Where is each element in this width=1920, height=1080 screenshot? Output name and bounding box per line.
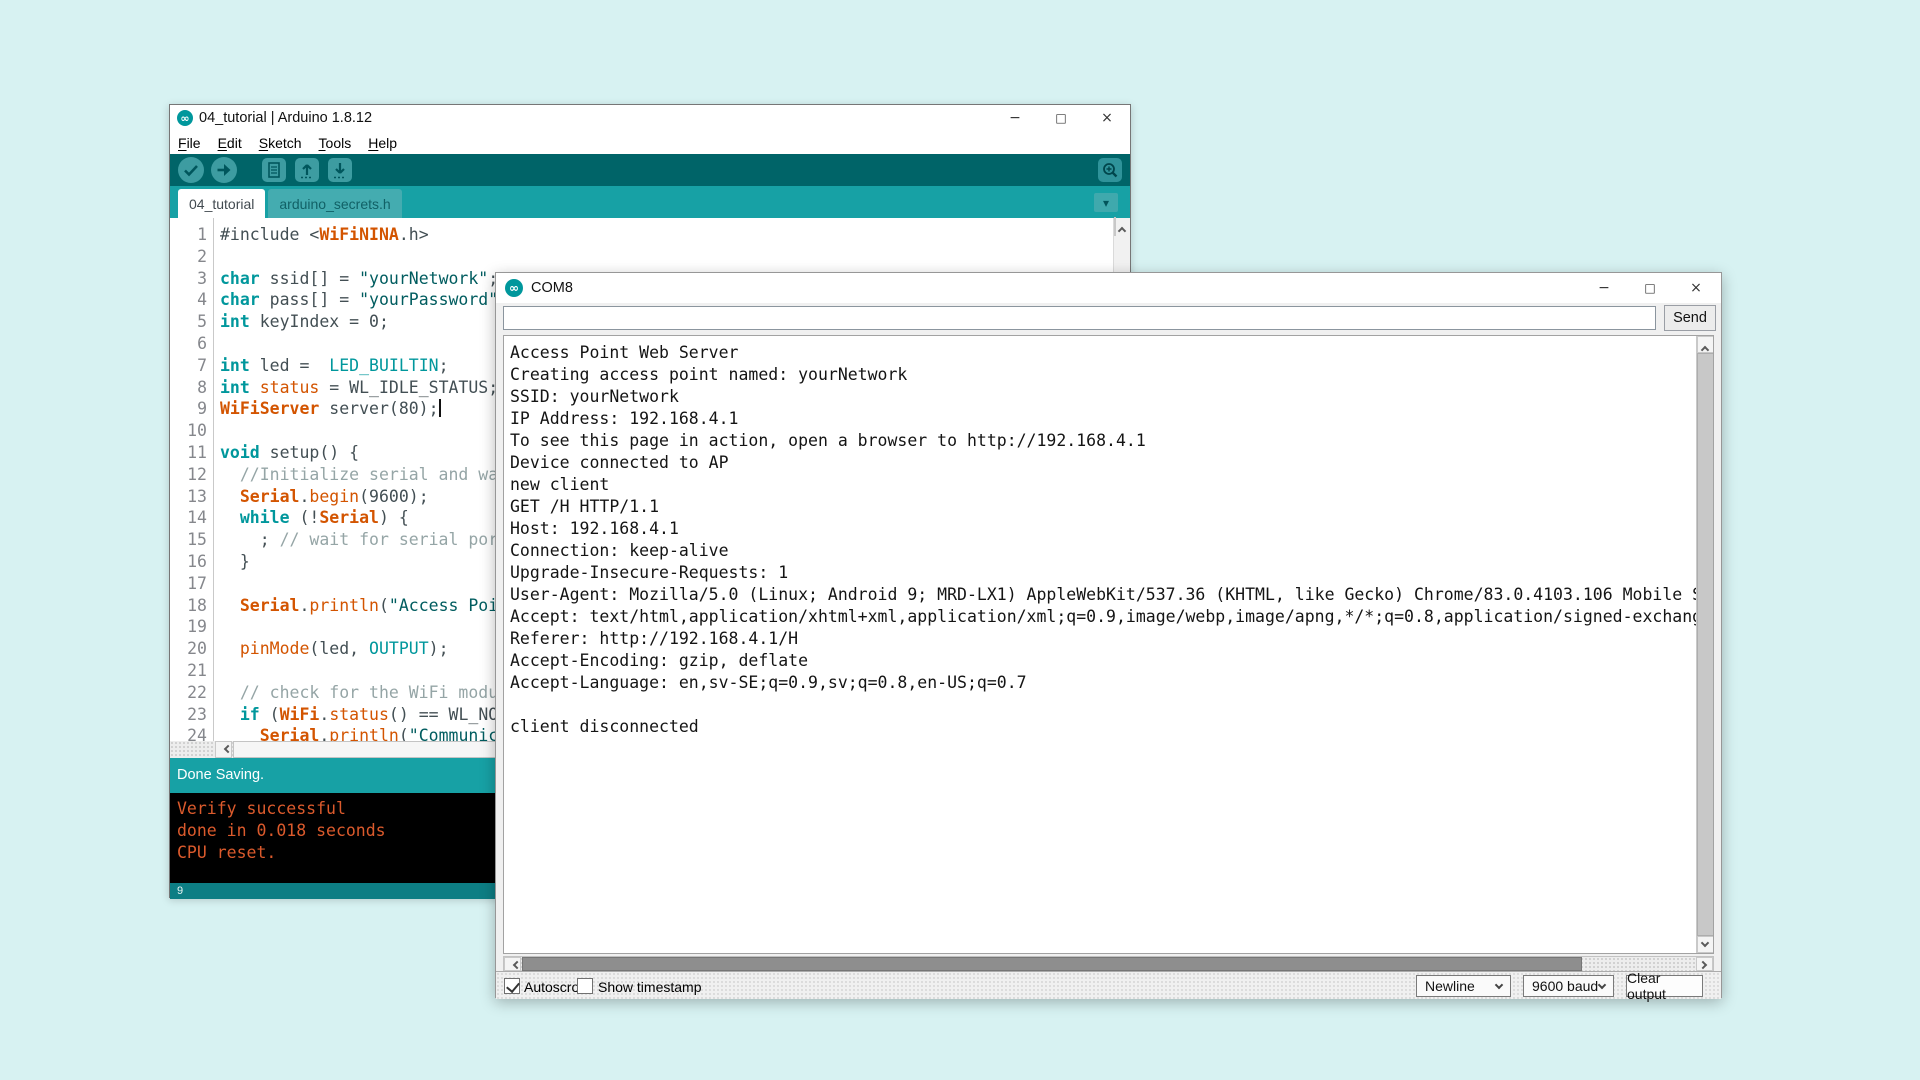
serial-monitor-button[interactable] bbox=[1097, 157, 1123, 183]
save-sketch-button[interactable] bbox=[327, 157, 353, 183]
tab-arduino_secrets.h[interactable]: arduino_secrets.h bbox=[268, 189, 401, 218]
menu-edit[interactable]: Edit bbox=[218, 135, 242, 151]
code-line: 1#include <WiFiNINA.h> bbox=[170, 224, 1130, 246]
arduino-window-controls: − □ × bbox=[992, 105, 1130, 131]
arduino-toolbar bbox=[170, 154, 1130, 186]
scroll-left-icon[interactable] bbox=[504, 957, 521, 971]
serial-window-title: COM8 bbox=[531, 280, 573, 296]
line-ending-value: Newline bbox=[1425, 978, 1475, 994]
new-sketch-button[interactable] bbox=[261, 157, 287, 183]
menu-bar: File Edit Sketch Tools Help bbox=[170, 131, 1130, 154]
tab-strip: 04_tutorialarduino_secrets.h ▾ bbox=[170, 186, 1130, 218]
scroll-up-icon[interactable] bbox=[1697, 336, 1714, 353]
maximize-icon[interactable]: □ bbox=[1627, 273, 1673, 303]
menu-sketch[interactable]: Sketch bbox=[259, 135, 302, 151]
upload-button[interactable] bbox=[211, 157, 237, 183]
serial-output-text: Access Point Web ServerCreating access p… bbox=[504, 336, 1713, 738]
chevron-down-icon bbox=[1598, 980, 1606, 988]
show-timestamp-label: Show timestamp bbox=[598, 979, 701, 995]
baud-rate-select[interactable]: 9600 baud bbox=[1523, 975, 1614, 997]
chevron-down-icon bbox=[1495, 980, 1503, 988]
serial-monitor-window: ∞ COM8 − □ × Send Access Point Web Serve… bbox=[495, 272, 1722, 998]
tab-list: 04_tutorialarduino_secrets.h bbox=[178, 189, 402, 218]
scroll-up-icon[interactable] bbox=[1114, 217, 1116, 236]
gutter-separator bbox=[213, 218, 214, 741]
send-button[interactable]: Send bbox=[1664, 305, 1716, 331]
arduino-titlebar[interactable]: ∞ 04_tutorial | Arduino 1.8.12 − □ × bbox=[170, 105, 1130, 131]
show-timestamp-checkbox[interactable] bbox=[577, 978, 593, 994]
serial-hscroll-thumb[interactable] bbox=[522, 957, 1582, 971]
serial-bottom-bar: Autoscroll Show timestamp Newline 9600 b… bbox=[496, 971, 1721, 999]
minimize-icon[interactable]: − bbox=[1581, 273, 1627, 303]
clear-output-button[interactable]: Clear output bbox=[1626, 975, 1703, 997]
menu-tools[interactable]: Tools bbox=[319, 135, 352, 151]
menu-file[interactable]: File bbox=[178, 135, 201, 151]
tab-04_tutorial[interactable]: 04_tutorial bbox=[178, 189, 265, 218]
serial-window-controls: − □ × bbox=[1581, 273, 1721, 303]
code-line: 2 bbox=[170, 246, 1130, 268]
close-icon[interactable]: × bbox=[1084, 105, 1130, 131]
maximize-icon[interactable]: □ bbox=[1038, 105, 1084, 131]
open-sketch-button[interactable] bbox=[294, 157, 320, 183]
menu-help[interactable]: Help bbox=[368, 135, 397, 151]
serial-vertical-scrollbar[interactable] bbox=[1696, 336, 1713, 953]
scroll-left-icon[interactable] bbox=[215, 741, 232, 758]
autoscroll-checkbox[interactable] bbox=[504, 978, 520, 994]
serial-input-field[interactable] bbox=[503, 306, 1656, 330]
scroll-down-icon[interactable] bbox=[1697, 936, 1714, 953]
scroll-right-icon[interactable] bbox=[1696, 957, 1713, 971]
serial-output-area[interactable]: Access Point Web ServerCreating access p… bbox=[503, 335, 1714, 954]
line-ending-select[interactable]: Newline bbox=[1416, 975, 1511, 997]
serial-titlebar[interactable]: ∞ COM8 − □ × bbox=[496, 273, 1721, 303]
tab-overflow-menu-icon[interactable]: ▾ bbox=[1094, 193, 1118, 212]
serial-horizontal-scrollbar[interactable] bbox=[503, 956, 1714, 972]
verify-button[interactable] bbox=[178, 157, 204, 183]
text-caret bbox=[439, 399, 441, 417]
arduino-logo-icon: ∞ bbox=[177, 110, 193, 126]
close-icon[interactable]: × bbox=[1673, 273, 1719, 303]
baud-rate-value: 9600 baud bbox=[1532, 978, 1598, 994]
arduino-window-title: 04_tutorial | Arduino 1.8.12 bbox=[199, 110, 372, 126]
serial-vscroll-thumb[interactable] bbox=[1697, 353, 1714, 936]
minimize-icon[interactable]: − bbox=[992, 105, 1038, 131]
arduino-logo-icon: ∞ bbox=[505, 279, 523, 297]
